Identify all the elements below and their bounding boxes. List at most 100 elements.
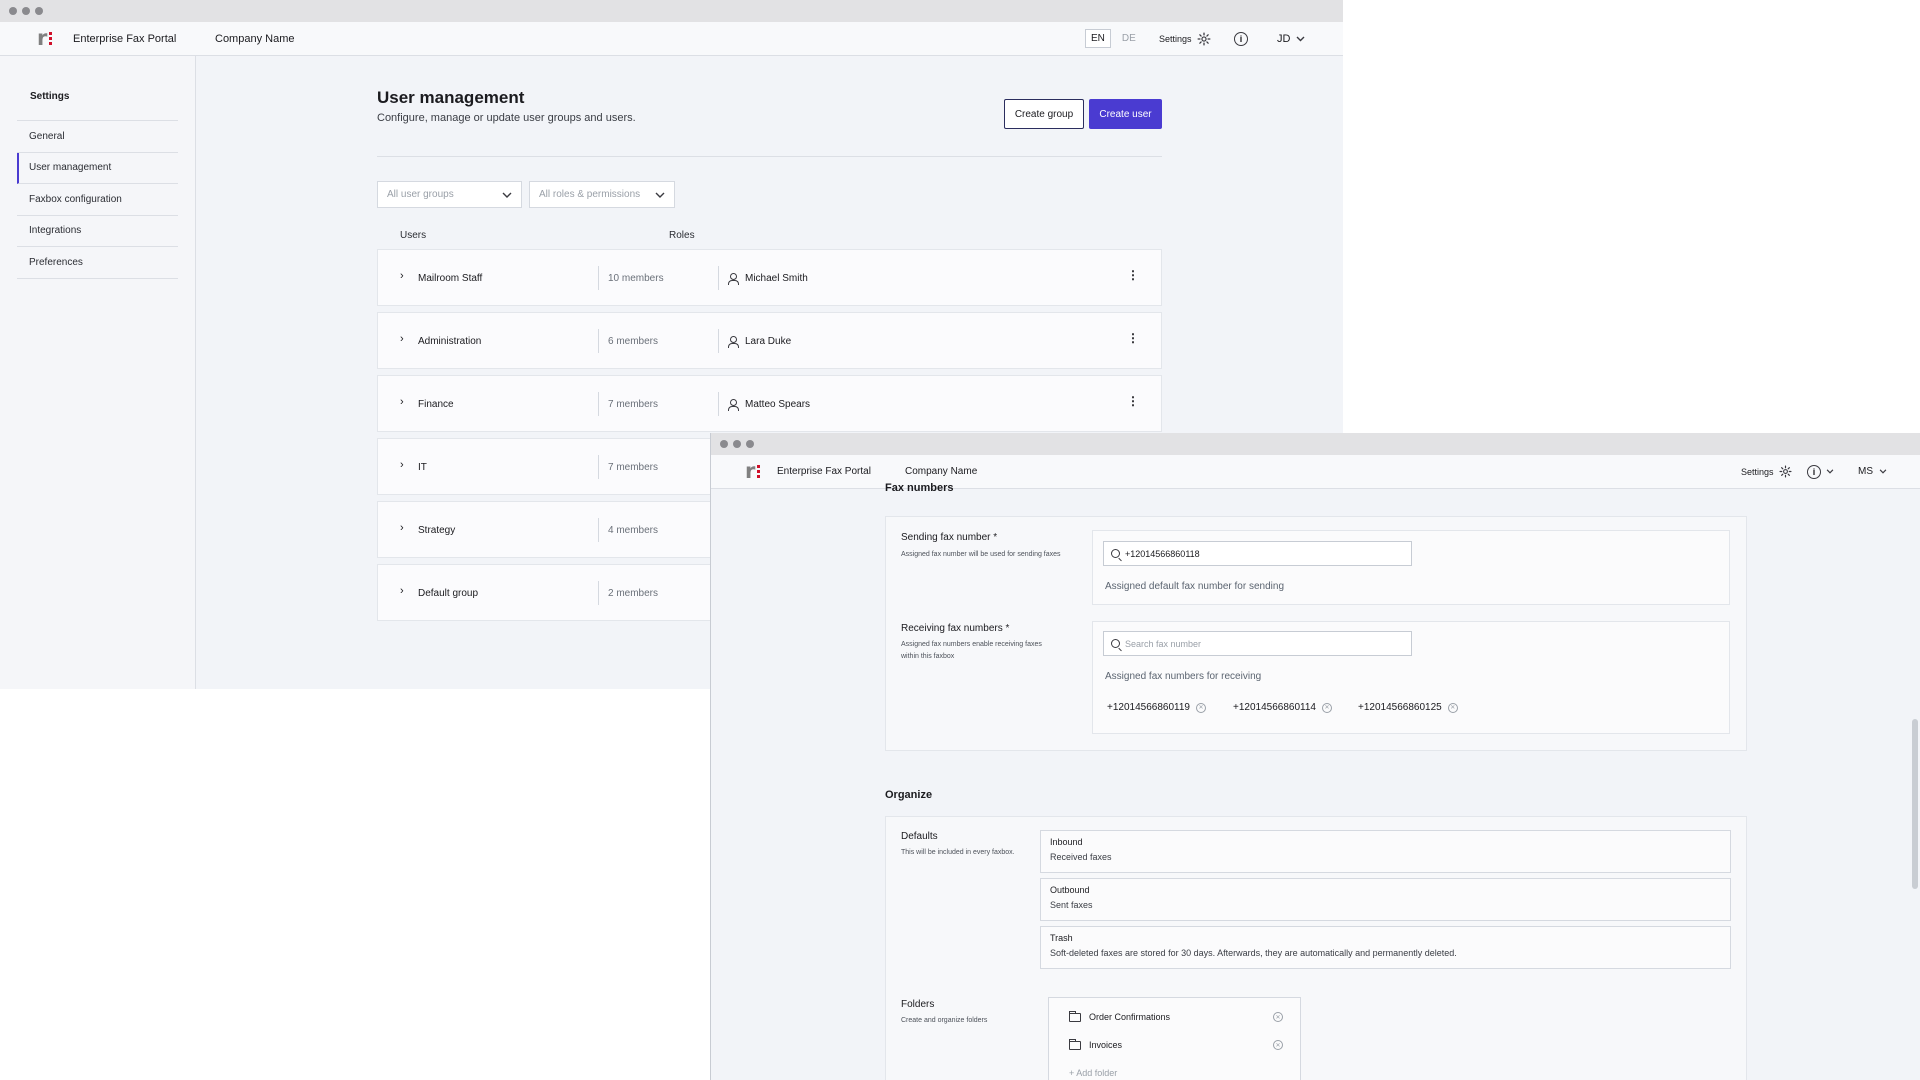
default-folder-trash: Trash Soft-deleted faxes are stored for … bbox=[1040, 926, 1731, 969]
folders-list: Order Confirmations ✕ Invoices ✕ + Add f… bbox=[1048, 997, 1301, 1080]
gear-icon bbox=[1197, 32, 1211, 45]
faxbox-content: Fax numbers Sending fax number * Assigne… bbox=[711, 482, 1920, 1080]
lang-de-toggle[interactable]: DE bbox=[1117, 30, 1141, 47]
fax-numbers-card: Sending fax number * Assigned fax number… bbox=[885, 516, 1747, 751]
company-name[interactable]: Company Name bbox=[215, 33, 294, 45]
more-options-icon[interactable]: ⋮ bbox=[1127, 332, 1139, 344]
window-close-button[interactable] bbox=[9, 7, 17, 15]
chevron-right-icon[interactable]: › bbox=[400, 459, 404, 471]
search-icon bbox=[1111, 639, 1120, 648]
group-role: Matteo Spears bbox=[718, 392, 810, 416]
default-folder-title: Outbound bbox=[1050, 885, 1090, 895]
create-group-button[interactable]: Create group bbox=[1004, 99, 1084, 129]
chevron-right-icon[interactable]: › bbox=[400, 396, 404, 408]
scrollbar[interactable] bbox=[1912, 719, 1918, 889]
user-initials: MS bbox=[1858, 466, 1873, 477]
page-subtitle: Configure, manage or update user groups … bbox=[377, 112, 636, 124]
window-close-button[interactable] bbox=[720, 440, 728, 448]
user-menu[interactable]: JD bbox=[1277, 33, 1305, 45]
window-minimize-button[interactable] bbox=[22, 7, 30, 15]
user-menu[interactable]: MS bbox=[1858, 466, 1887, 477]
chevron-down-icon bbox=[1826, 469, 1834, 474]
fax-number: +12014566860119 bbox=[1107, 702, 1190, 713]
roles-filter-value: All roles & permissions bbox=[539, 189, 641, 200]
group-name: Mailroom Staff bbox=[418, 273, 483, 284]
group-row[interactable]: › Finance 7 members Matteo Spears ⋮ bbox=[377, 375, 1162, 432]
sidebar-heading: Settings bbox=[30, 91, 70, 102]
group-members: 7 members bbox=[598, 455, 658, 479]
role-holder: Michael Smith bbox=[745, 272, 808, 284]
gear-icon bbox=[1779, 465, 1792, 478]
group-members: 2 members bbox=[598, 581, 658, 605]
sidebar-item-general[interactable]: General bbox=[17, 121, 178, 153]
info-icon: i bbox=[1807, 464, 1821, 479]
sidebar-item-label: Integrations bbox=[29, 225, 82, 237]
folder-name: Order Confirmations bbox=[1089, 1012, 1171, 1022]
app-logo[interactable]: r bbox=[745, 459, 761, 483]
fax-number: +12014566860114 bbox=[1233, 702, 1316, 713]
app-logo[interactable]: r bbox=[37, 28, 53, 49]
default-folder-title: Inbound bbox=[1050, 837, 1083, 847]
settings-link[interactable]: Settings bbox=[1159, 32, 1211, 46]
group-name: Default group bbox=[418, 588, 479, 599]
chevron-down-icon bbox=[502, 192, 512, 198]
create-user-button[interactable]: Create user bbox=[1089, 99, 1162, 129]
sidebar-item-label: Preferences bbox=[29, 256, 83, 268]
chevron-right-icon[interactable]: › bbox=[400, 333, 404, 345]
remove-icon[interactable]: ✕ bbox=[1447, 702, 1458, 713]
settings-link[interactable]: Settings bbox=[1741, 465, 1792, 478]
group-row[interactable]: › Administration 6 members Lara Duke ⋮ bbox=[377, 312, 1162, 369]
sidebar-item-faxbox-configuration[interactable]: Faxbox configuration bbox=[17, 184, 178, 216]
group-row[interactable]: › Mailroom Staff 10 members Michael Smit… bbox=[377, 249, 1162, 306]
sending-fax-value: +12014566860118 bbox=[1125, 548, 1200, 559]
fax-number-chip: +12014566860125 ✕ bbox=[1358, 702, 1458, 713]
sending-fax-note: Assigned default fax number for sending bbox=[1105, 581, 1284, 592]
sidebar-item-user-management[interactable]: User management bbox=[17, 152, 178, 184]
remove-icon[interactable]: ✕ bbox=[1273, 1040, 1283, 1050]
remove-icon[interactable]: ✕ bbox=[1195, 702, 1206, 713]
window-titlebar bbox=[0, 0, 1343, 22]
sending-fax-input[interactable]: +12014566860118 bbox=[1103, 541, 1412, 566]
lang-en-toggle[interactable]: EN bbox=[1085, 29, 1111, 48]
window-titlebar bbox=[711, 433, 1920, 455]
more-options-icon[interactable]: ⋮ bbox=[1127, 269, 1139, 281]
portal-name: Enterprise Fax Portal bbox=[777, 466, 871, 477]
window-minimize-button[interactable] bbox=[733, 440, 741, 448]
sidebar-item-label: User management bbox=[29, 162, 112, 174]
roles-filter[interactable]: All roles & permissions bbox=[529, 181, 675, 208]
chevron-down-icon bbox=[655, 192, 665, 198]
remove-icon[interactable]: ✕ bbox=[1273, 1012, 1283, 1022]
folder-item[interactable]: Invoices ✕ bbox=[1069, 1038, 1283, 1050]
user-groups-filter-value: All user groups bbox=[387, 189, 454, 200]
chevron-right-icon[interactable]: › bbox=[400, 585, 404, 597]
sidebar-item-integrations[interactable]: Integrations bbox=[17, 216, 178, 247]
folder-icon bbox=[1069, 1010, 1081, 1022]
person-icon bbox=[728, 272, 739, 285]
company-name[interactable]: Company Name bbox=[905, 466, 977, 477]
fax-number-chip: +12014566860119 ✕ bbox=[1107, 702, 1206, 713]
receiving-fax-search[interactable]: Search fax number bbox=[1103, 631, 1412, 656]
group-name: Strategy bbox=[418, 525, 456, 536]
faxbox-configuration-window: r Enterprise Fax Portal Company Name Set… bbox=[710, 433, 1920, 1080]
more-options-icon[interactable]: ⋮ bbox=[1127, 395, 1139, 407]
group-members: 7 members bbox=[598, 392, 658, 416]
info-icon[interactable]: i bbox=[1234, 31, 1248, 46]
folder-name: Invoices bbox=[1089, 1040, 1123, 1050]
settings-label: Settings bbox=[1741, 466, 1774, 477]
sidebar-item-preferences[interactable]: Preferences bbox=[17, 247, 178, 279]
window-maximize-button[interactable] bbox=[746, 440, 754, 448]
folder-item[interactable]: Order Confirmations ✕ bbox=[1069, 1010, 1283, 1022]
chevron-right-icon[interactable]: › bbox=[400, 270, 404, 282]
user-groups-filter[interactable]: All user groups bbox=[377, 181, 522, 208]
window-maximize-button[interactable] bbox=[35, 7, 43, 15]
settings-label: Settings bbox=[1159, 33, 1192, 44]
group-name: Administration bbox=[418, 336, 482, 347]
add-folder-button[interactable]: + Add folder bbox=[1069, 1068, 1283, 1078]
person-icon bbox=[728, 335, 739, 348]
logo-r-icon: r bbox=[745, 459, 756, 483]
remove-icon[interactable]: ✕ bbox=[1321, 702, 1332, 713]
chevron-right-icon[interactable]: › bbox=[400, 522, 404, 534]
role-holder: Lara Duke bbox=[745, 335, 792, 347]
defaults-help: This will be included in every faxbox. bbox=[901, 849, 1015, 856]
info-menu[interactable]: i bbox=[1807, 464, 1834, 479]
